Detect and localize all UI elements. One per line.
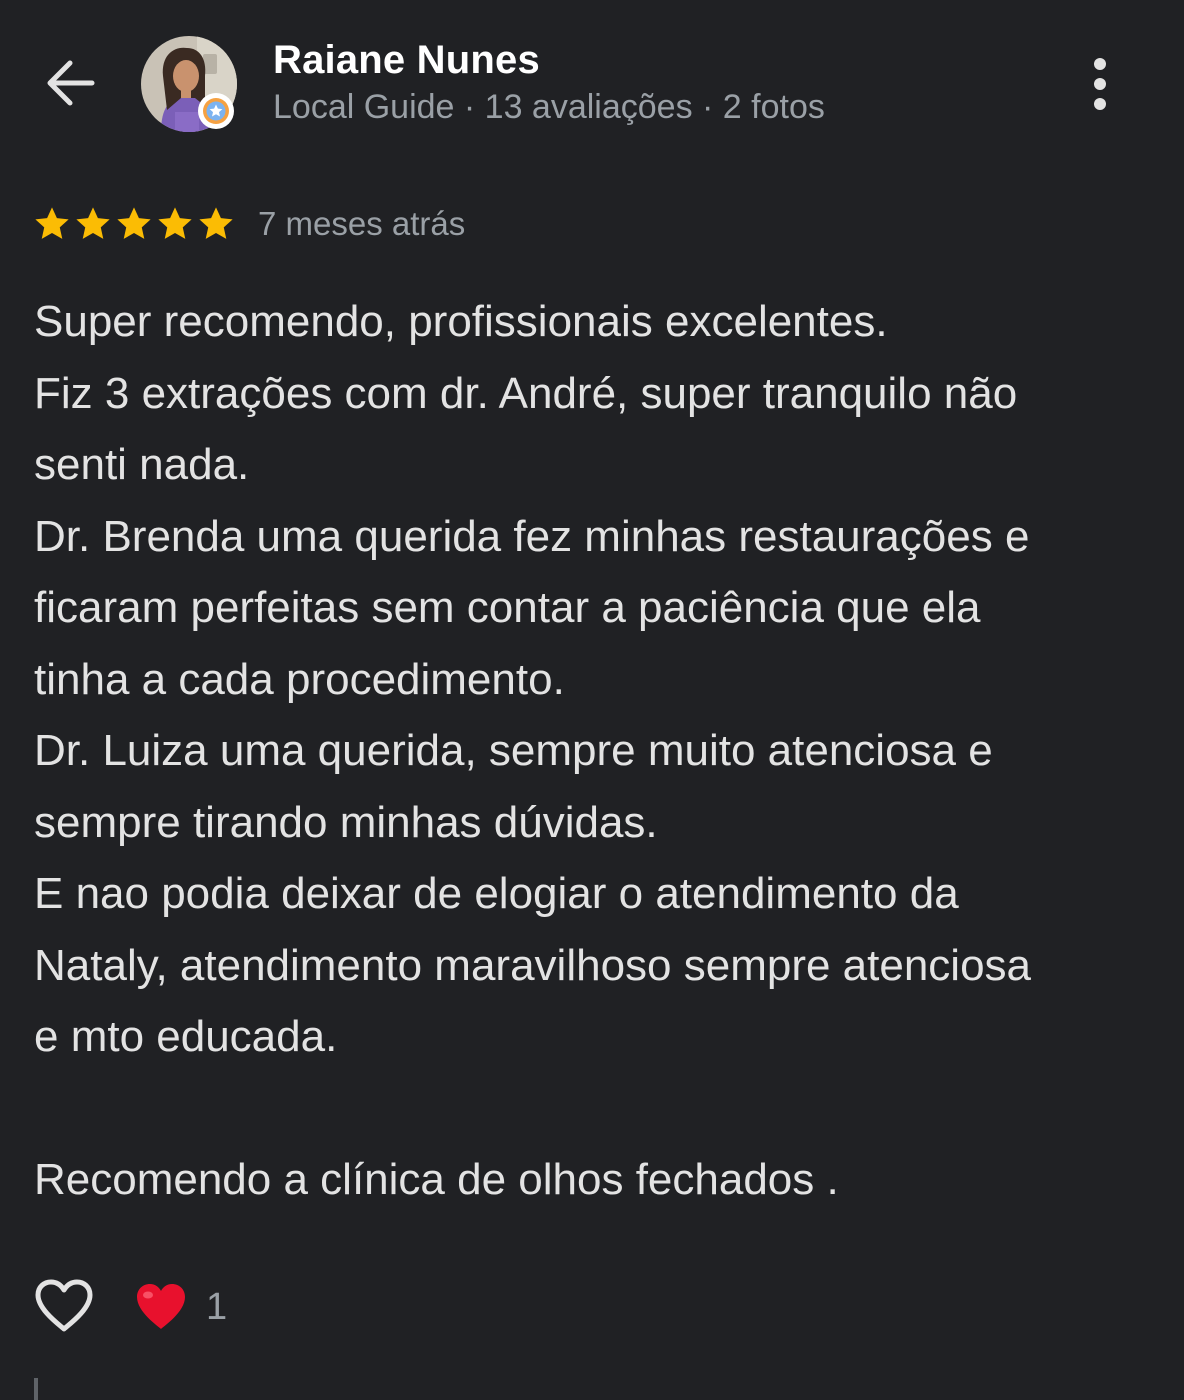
reaction-count: 1 [206,1285,228,1328]
star-icon [117,207,151,239]
review-line: e mto educada. [34,1012,338,1061]
more-vertical-icon [1094,58,1106,110]
review-line: Recomendo a clínica de olhos fechados . [34,1155,839,1204]
star-rating [33,205,235,243]
like-button[interactable] [30,1274,98,1338]
review-line: E nao podia deixar de elogiar o atendime… [34,869,959,918]
rating-row: 7 meses atrás [33,202,465,246]
star-icon [158,207,192,239]
reaction-summary[interactable]: 1 [134,1278,227,1336]
star-icon [35,207,69,239]
review-line: Nataly, atendimento maravilhoso sempre a… [34,940,1032,990]
more-options-button[interactable] [1078,50,1122,118]
heart-outline-icon [35,1279,93,1332]
author-meta: Local Guide · 13 avaliações · 2 fotos [273,88,825,126]
review-line: ficaram perfeitas sem contar a paciência… [34,583,981,632]
review-time: 7 meses atrás [258,205,466,242]
arrow-back-icon [47,60,95,106]
star-icon [199,207,233,239]
back-button[interactable] [36,46,104,120]
review-line: senti nada. [34,440,250,489]
author-name[interactable]: Raiane Nunes [273,38,540,83]
review-line: Fiz 3 extrações com dr. André, super tra… [34,368,1018,418]
star-icon [76,207,110,239]
review-line: Dr. Brenda uma querida fez minhas restau… [34,511,1030,561]
review-paragraph-gap [34,1073,1154,1145]
divider [34,1378,38,1400]
red-heart-emoji-icon [137,1284,185,1329]
review-text: Super recomendo, profissionais excelente… [34,286,1154,1216]
review-line: Super recomendo, profissionais excelente… [34,297,888,346]
review-detail-screen: Raiane Nunes Local Guide · 13 avaliações… [0,0,1184,1400]
review-line: Dr. Luiza uma querida, sempre muito aten… [34,726,993,775]
review-line: tinha a cada procedimento. [34,654,565,704]
local-guide-star-badge-icon [198,93,234,129]
avatar[interactable] [141,36,237,132]
review-line: sempre tirando minhas dúvidas. [34,797,658,847]
